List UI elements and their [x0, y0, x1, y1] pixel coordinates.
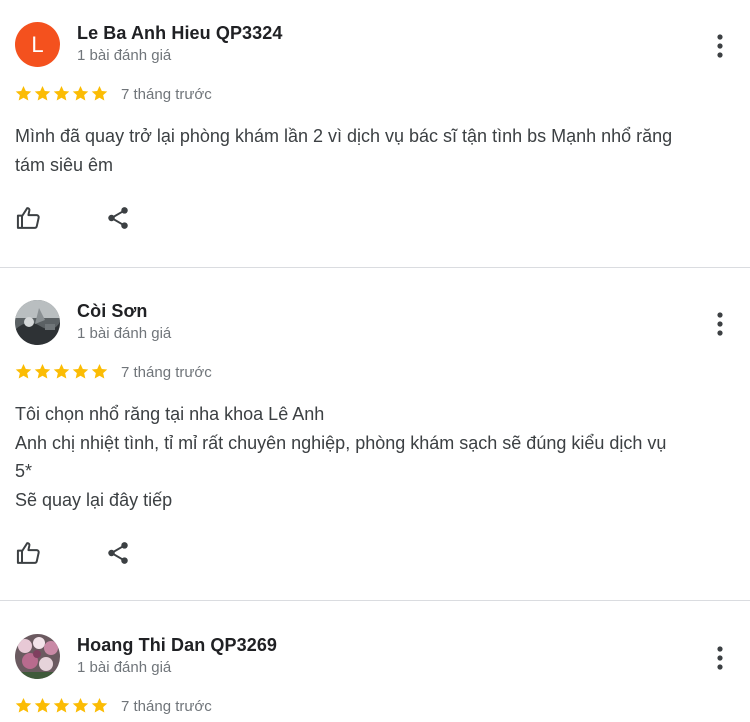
avatar-photo	[15, 300, 60, 345]
review-count: 1 bài đánh giá	[77, 47, 172, 64]
star-icon	[53, 697, 70, 713]
star-rating	[14, 362, 109, 382]
review-text: Tôi chọn nhổ răng tại nha khoa Lê Anh An…	[15, 400, 735, 514]
star-icon	[91, 697, 108, 713]
star-icon	[15, 697, 32, 713]
star-icon	[72, 363, 89, 379]
like-button[interactable]	[15, 204, 43, 232]
review-time: 7 tháng trước	[121, 698, 212, 715]
review-actions	[15, 539, 155, 569]
share-icon	[108, 207, 128, 229]
review-text-line: Tôi chọn nhổ răng tại nha khoa Lê Anh	[15, 404, 325, 424]
review-text-line: tám siêu êm	[15, 154, 114, 175]
review-time: 7 tháng trước	[121, 364, 212, 381]
review-text-line: Anh chị nhiệt tình, tỉ mỉ rất chuyên ngh…	[15, 432, 667, 453]
like-button[interactable]	[15, 539, 43, 567]
more-vert-icon	[717, 34, 723, 58]
star-icon	[72, 85, 89, 101]
avatar[interactable]	[15, 634, 60, 679]
more-options-button[interactable]	[708, 310, 732, 338]
review-text: Mình đã quay trở lại phòng khám lần 2 vì…	[15, 122, 735, 179]
star-rating	[14, 696, 109, 716]
star-icon	[34, 85, 51, 101]
star-icon	[72, 697, 89, 713]
divider	[0, 600, 750, 601]
review-count: 1 bài đánh giá	[77, 659, 172, 676]
star-icon	[53, 85, 70, 101]
star-icon	[15, 363, 32, 379]
reviewer-name[interactable]: Le Ba Anh Hieu QP3324	[77, 23, 283, 44]
thumb-up-outline-icon	[16, 207, 40, 229]
avatar-letter: L	[31, 31, 44, 57]
reviewer-name[interactable]: Còi Sơn	[77, 301, 148, 322]
avatar[interactable]: L	[15, 22, 60, 67]
thumb-up-outline-icon	[16, 542, 40, 564]
divider	[0, 267, 750, 268]
review-count: 1 bài đánh giá	[77, 325, 172, 342]
star-icon	[91, 363, 108, 379]
review-text-line: 5*	[15, 461, 33, 481]
more-options-button[interactable]	[708, 644, 732, 672]
share-icon	[108, 542, 128, 564]
more-vert-icon	[717, 646, 723, 670]
star-icon	[91, 85, 108, 101]
share-button[interactable]	[105, 204, 131, 232]
review-text-line: Mình đã quay trở lại phòng khám lần 2 vì…	[15, 126, 673, 146]
star-icon	[53, 363, 70, 379]
star-rating	[14, 84, 109, 104]
star-icon	[34, 363, 51, 379]
review-time: 7 tháng trước	[121, 86, 212, 103]
reviewer-name[interactable]: Hoang Thi Dan QP3269	[77, 635, 277, 656]
more-options-button[interactable]	[708, 32, 732, 60]
avatar-photo	[15, 634, 60, 679]
star-icon	[15, 85, 32, 101]
review-text-line: Sẽ quay lại đây tiếp	[15, 489, 173, 510]
more-vert-icon	[717, 312, 723, 336]
avatar[interactable]	[15, 300, 60, 345]
review-actions	[15, 204, 155, 234]
star-icon	[34, 697, 51, 713]
share-button[interactable]	[105, 539, 131, 567]
